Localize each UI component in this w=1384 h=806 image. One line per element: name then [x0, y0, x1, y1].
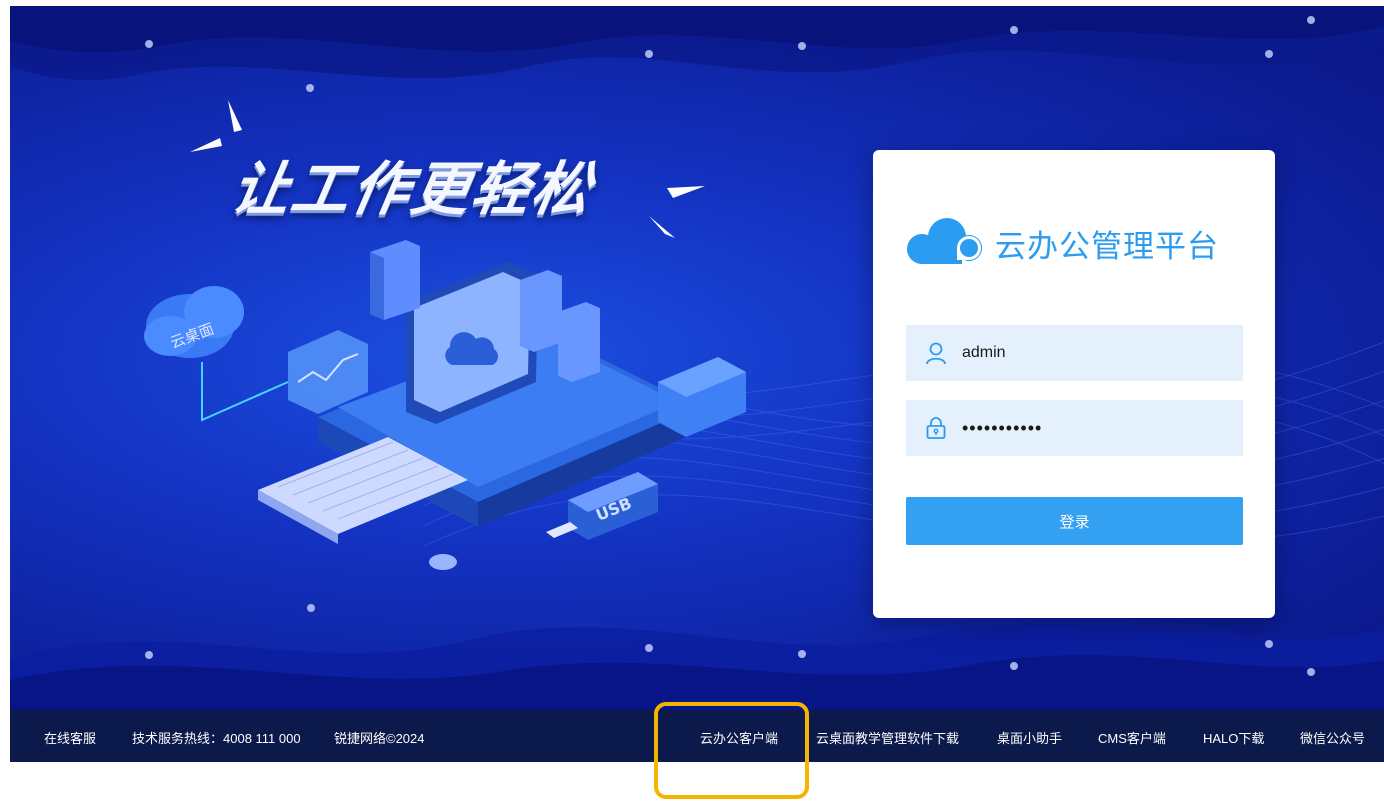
cloud-desktop-badge: 云桌面 — [144, 286, 244, 358]
brand: 云办公管理平台 — [905, 218, 1219, 268]
copyright-text: 锐捷网络©2024 — [334, 731, 425, 746]
footer-link-desktop-assistant[interactable]: 桌面小助手 — [997, 728, 1062, 747]
footer-link-halo-download[interactable]: HALO下载 — [1203, 728, 1264, 747]
password-input[interactable] — [962, 417, 1222, 439]
highlight-outline — [654, 702, 809, 799]
password-field[interactable] — [906, 400, 1243, 456]
hero-slogan: 让工作更轻松 — [226, 155, 599, 223]
footer-link-teaching-software[interactable]: 云桌面教学管理软件下载 — [816, 728, 959, 747]
username-input[interactable] — [962, 344, 1222, 362]
login-button[interactable]: 登录 — [906, 497, 1243, 545]
footer-link-cms-client[interactable]: CMS客户端 — [1098, 728, 1166, 747]
hotline-text: 技术服务热线：4008 111 000 — [132, 731, 301, 746]
footer-link-wechat-account[interactable]: 微信公众号 — [1300, 728, 1365, 747]
cloud-logo-icon — [907, 218, 982, 264]
online-service-link[interactable]: 在线客服 — [44, 728, 96, 747]
lock-icon — [926, 417, 946, 439]
username-field[interactable] — [906, 325, 1243, 381]
login-card: 云办公管理平台 登录 — [873, 150, 1275, 618]
user-icon — [926, 342, 946, 365]
slogan-spark-right — [649, 186, 705, 238]
brand-name: 云办公管理平台 — [995, 228, 1219, 265]
workstation-illustration: 云桌面 USB — [144, 240, 746, 570]
